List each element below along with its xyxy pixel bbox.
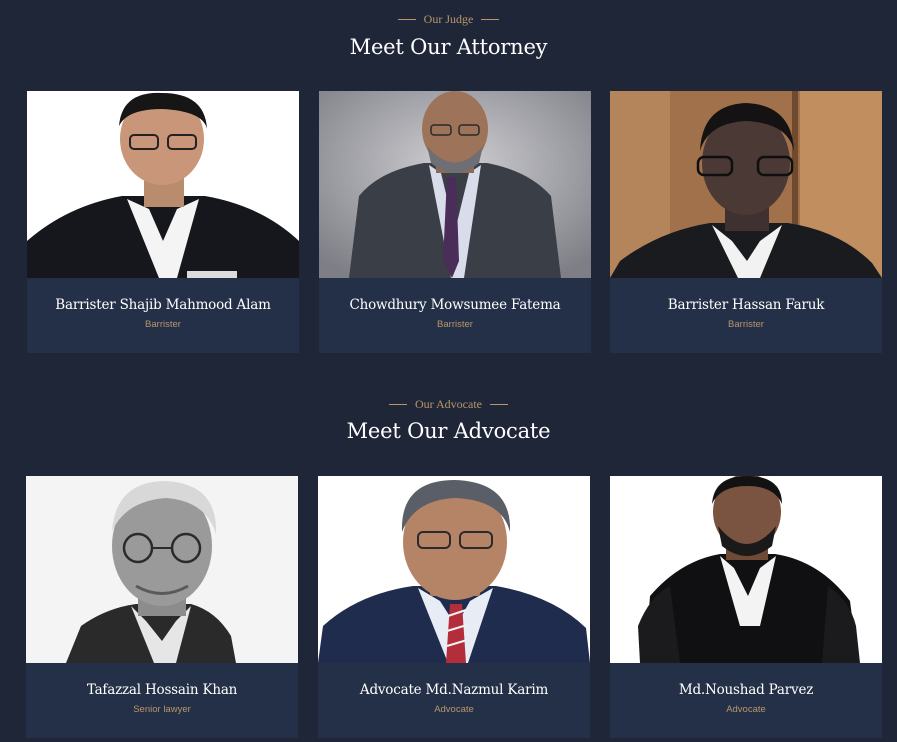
member-photo[interactable] [610, 91, 882, 278]
eyebrow-label: Our Advocate [415, 396, 482, 411]
attorney-section: Our Judge Meet Our Attorney Barrister Sh… [0, 0, 897, 353]
member-role: Advocate [434, 704, 474, 715]
advocate-card[interactable]: Tafazzal Hossain Khan Senior lawyer [26, 476, 298, 738]
advocate-card[interactable]: Md.Noushad Parvez Advocate [610, 476, 882, 738]
divider-line [397, 18, 416, 20]
member-photo[interactable] [318, 476, 590, 663]
section-title: Meet Our Advocate [346, 419, 551, 443]
member-photo[interactable] [26, 476, 298, 663]
attorney-card[interactable]: Barrister Shajib Mahmood Alam Barrister [27, 91, 299, 353]
attorney-card[interactable]: Chowdhury Mowsumee Fatema Barrister [319, 91, 591, 353]
eyebrow-label: Our Judge [423, 11, 474, 26]
advocate-section: Our Advocate Meet Our Advocate Tafazzal … [0, 385, 897, 738]
member-photo[interactable] [27, 91, 299, 278]
member-role: Advocate [726, 704, 766, 715]
member-photo[interactable] [610, 476, 882, 663]
member-name[interactable]: Advocate Md.Nazmul Karim [318, 682, 590, 698]
member-role: Barrister [728, 319, 764, 330]
member-role: Barrister [437, 319, 473, 330]
section-eyebrow: Our Judge [0, 10, 897, 28]
attorney-card[interactable]: Barrister Hassan Faruk Barrister [610, 91, 882, 353]
member-name[interactable]: Tafazzal Hossain Khan [26, 682, 298, 698]
divider-line [481, 18, 500, 20]
section-title: Meet Our Attorney [349, 35, 548, 59]
section-eyebrow: Our Advocate [0, 395, 897, 413]
member-name[interactable]: Chowdhury Mowsumee Fatema [319, 297, 591, 313]
divider-line [489, 403, 508, 405]
member-role: Barrister [145, 319, 181, 330]
member-name[interactable]: Barrister Shajib Mahmood Alam [27, 297, 299, 313]
advocate-card[interactable]: Advocate Md.Nazmul Karim Advocate [318, 476, 590, 738]
member-name[interactable]: Barrister Hassan Faruk [610, 297, 882, 313]
member-photo[interactable] [319, 91, 591, 278]
member-name[interactable]: Md.Noushad Parvez [610, 682, 882, 698]
divider-line [389, 403, 407, 405]
member-role: Senior lawyer [133, 704, 191, 715]
